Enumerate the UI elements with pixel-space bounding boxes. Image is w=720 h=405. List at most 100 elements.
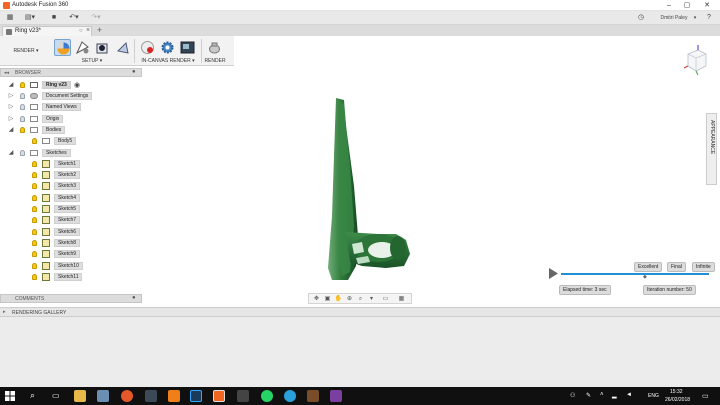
fit-chevron-icon[interactable]: ▾ (367, 295, 376, 303)
tree-item-row[interactable]: Sketch3 (20, 181, 142, 191)
physical-material-icon[interactable] (94, 39, 111, 56)
grid-icon[interactable]: ▦ (4, 13, 16, 23)
appearance-tool-icon[interactable] (74, 39, 91, 56)
render-progress-track[interactable] (561, 273, 709, 275)
collapse-arrow-icon[interactable]: ◢ (8, 82, 14, 88)
tree-item-row[interactable]: Sketch11 (20, 272, 142, 282)
onenote-icon[interactable] (330, 390, 342, 402)
tree-item-row[interactable]: Sketch9 (20, 249, 142, 259)
visibility-bulb-icon[interactable] (32, 194, 37, 201)
redo-icon[interactable]: ↷▾ (88, 13, 104, 23)
tree-item-row[interactable]: ▷ Named Views (6, 102, 142, 112)
in-canvas-render-icon[interactable] (139, 39, 156, 56)
clock-time[interactable]: 15:32 (670, 389, 683, 395)
quality-final-label[interactable]: Final (667, 262, 686, 272)
visibility-bulb-icon[interactable] (32, 262, 37, 269)
pan-hand-icon[interactable]: ✋ (334, 295, 343, 303)
tree-item-row[interactable]: Body5 (20, 136, 142, 146)
tree-item-row[interactable]: Sketch4 (20, 193, 142, 203)
tree-item-row[interactable]: Sketch5 (20, 204, 142, 214)
visibility-bulb-icon[interactable] (32, 172, 37, 179)
file-icon[interactable]: ▤▾ (22, 13, 38, 23)
visibility-bulb-icon[interactable] (32, 183, 37, 190)
capture-image-icon[interactable] (179, 39, 196, 56)
browser-panel-header[interactable]: ◂◂ BROWSER ● (0, 68, 142, 77)
setup-group-label[interactable]: SETUP ▾ (54, 58, 130, 64)
user-menu-chevron-icon[interactable]: ▾ (692, 13, 698, 23)
file-explorer-icon[interactable] (74, 390, 86, 402)
tree-item-row[interactable]: Sketch10 (20, 261, 142, 271)
pen-icon[interactable]: ✎ (586, 392, 591, 399)
expand-arrow-icon[interactable]: ▷ (8, 93, 14, 99)
visibility-bulb-icon[interactable] (32, 273, 37, 280)
render-group-label[interactable]: RENDER (202, 58, 228, 64)
play-render-icon[interactable] (548, 268, 559, 279)
orbit-icon[interactable]: ✥ (312, 295, 321, 303)
scene-settings-icon[interactable] (54, 39, 71, 56)
visibility-bulb-icon[interactable] (20, 115, 25, 122)
photoshop-icon[interactable] (190, 390, 202, 402)
new-tab-plus-icon[interactable]: + (97, 25, 102, 35)
visibility-bulb-icon[interactable] (32, 217, 37, 224)
zoom-icon[interactable]: ⊕ (345, 295, 354, 303)
store-icon[interactable] (97, 390, 109, 402)
vlc-icon[interactable] (168, 390, 180, 402)
zoom-window-icon[interactable]: ⌕ (356, 295, 365, 303)
gallery-expand-icon[interactable]: ▸ (3, 309, 6, 315)
task-view-icon[interactable]: ▭ (52, 391, 60, 400)
language-indicator[interactable]: ENG (648, 393, 659, 399)
grid-settings-icon[interactable]: ▦ (397, 295, 406, 303)
user-name[interactable]: Dmitri Paley (656, 13, 692, 23)
decal-tool-icon[interactable] (114, 39, 131, 56)
windows-start-icon[interactable] (5, 391, 15, 401)
tab-close-icon[interactable]: × (86, 27, 90, 34)
tray-chevron-icon[interactable]: ˄ (600, 392, 604, 398)
app-icon[interactable] (145, 390, 157, 402)
minimize-button[interactable]: – (664, 1, 674, 10)
people-icon[interactable]: ⚇ (570, 392, 575, 399)
tree-item-row[interactable]: ◢ Sketches (6, 148, 142, 158)
volume-icon[interactable]: ◄ (626, 392, 632, 398)
clock-icon[interactable]: ◷ (636, 13, 646, 23)
render-settings-gear-icon[interactable] (159, 39, 176, 56)
tree-item-row[interactable]: Sketch8 (20, 238, 142, 248)
calculator-icon[interactable] (237, 390, 249, 402)
collapse-arrow-icon[interactable]: ◢ (8, 150, 14, 156)
app-icon[interactable] (307, 390, 319, 402)
workspace-switcher[interactable]: RENDER ▾ (4, 46, 48, 56)
look-at-icon[interactable]: ▣ (323, 295, 332, 303)
fusion-360-icon[interactable] (213, 390, 225, 402)
tree-item-row[interactable]: ▷ Document Settings (6, 91, 142, 101)
whatsapp-icon[interactable] (261, 390, 273, 402)
visibility-bulb-icon[interactable] (20, 126, 25, 133)
visibility-bulb-icon[interactable] (20, 149, 25, 156)
appearance-side-tab[interactable]: APPEARANCE (706, 113, 717, 185)
view-cube[interactable] (680, 44, 712, 76)
tree-item-row[interactable]: Sketch7 (20, 215, 142, 225)
render-teapot-icon[interactable] (206, 39, 223, 56)
tree-item-row[interactable]: ◢ Bodies (6, 125, 142, 135)
save-icon[interactable]: ■ (48, 13, 60, 23)
collapse-arrow-icon[interactable]: ◢ (8, 127, 14, 133)
visibility-bulb-icon[interactable] (32, 239, 37, 246)
visibility-bulb-icon[interactable] (32, 228, 37, 235)
tree-item-row[interactable]: ▷ Origin (6, 114, 142, 124)
visibility-bulb-icon[interactable] (32, 138, 37, 145)
network-icon[interactable]: ▂ (612, 392, 617, 399)
expand-arrow-icon[interactable]: ▷ (8, 104, 14, 110)
close-button[interactable]: ✕ (702, 1, 712, 10)
rendering-gallery-header[interactable]: ▸ RENDERING GALLERY (0, 307, 720, 317)
panel-options-icon[interactable]: ● (132, 69, 136, 75)
active-radio-icon[interactable]: ◉ (74, 81, 80, 89)
quality-infinite-label[interactable]: Infinite (692, 262, 715, 272)
quality-excellent-label[interactable]: Excellent (634, 262, 663, 272)
telegram-icon[interactable] (284, 390, 296, 402)
collapse-icon[interactable]: ◂◂ (4, 70, 9, 76)
visibility-bulb-icon[interactable] (20, 82, 25, 88)
visibility-bulb-icon[interactable] (32, 251, 37, 258)
help-icon[interactable]: ? (704, 13, 714, 23)
maximize-button[interactable]: ▢ (682, 1, 692, 10)
tree-item-row[interactable]: Sketch1 (20, 159, 142, 169)
tree-item-row[interactable]: Sketch6 (20, 227, 142, 237)
visibility-bulb-icon[interactable] (32, 160, 37, 167)
